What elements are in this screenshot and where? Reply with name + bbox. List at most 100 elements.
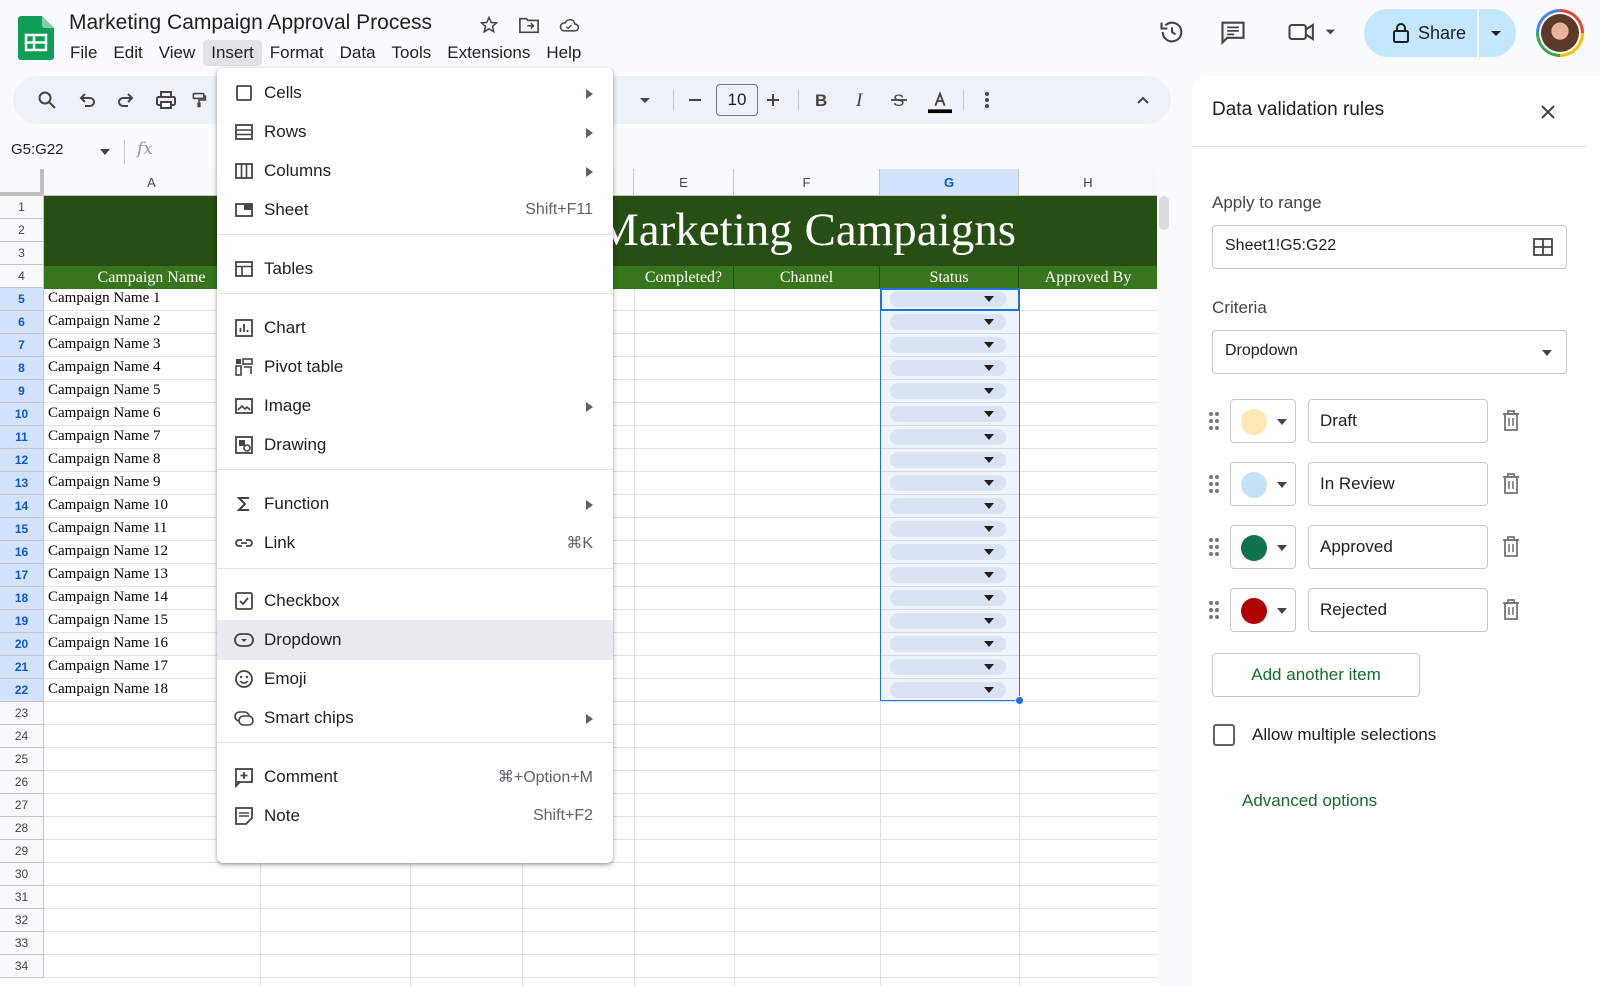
row-header-22[interactable]: 22	[0, 679, 44, 702]
menu-item-smart-chips[interactable]: Smart chips	[217, 698, 613, 738]
menu-file[interactable]: File	[62, 40, 105, 66]
row-header-6[interactable]: 6	[0, 311, 44, 334]
comments-icon[interactable]	[1218, 17, 1248, 47]
bold-icon[interactable]: B	[808, 88, 832, 112]
search-menus-icon[interactable]	[35, 88, 59, 112]
menu-item-comment[interactable]: Comment ⌘+Option+M	[217, 757, 613, 797]
menu-format[interactable]: Format	[262, 40, 332, 66]
redo-icon[interactable]	[114, 88, 138, 112]
row-header-26[interactable]: 26	[0, 771, 44, 794]
row-header-11[interactable]: 11	[0, 426, 44, 449]
column-header-g[interactable]: G	[880, 169, 1019, 196]
row-header-25[interactable]: 25	[0, 748, 44, 771]
header-status[interactable]: Status	[880, 266, 1019, 289]
increase-font-size-icon[interactable]	[761, 88, 785, 112]
row-header-28[interactable]: 28	[0, 817, 44, 840]
name-box[interactable]: G5:G22	[11, 141, 64, 158]
row-header-20[interactable]: 20	[0, 633, 44, 656]
menu-item-checkbox[interactable]: Checkbox	[217, 581, 613, 621]
menu-extensions[interactable]: Extensions	[439, 40, 538, 66]
account-avatar[interactable]	[1536, 9, 1584, 57]
status-dropdown-chip[interactable]	[890, 567, 1006, 583]
row-header-7[interactable]: 7	[0, 334, 44, 357]
cloud-saved-icon[interactable]	[558, 14, 580, 36]
campaign-name-cell[interactable]: Campaign Name 14	[48, 589, 168, 606]
row-header-10[interactable]: 10	[0, 403, 44, 426]
decrease-font-size-icon[interactable]	[683, 88, 707, 112]
status-dropdown-chip[interactable]	[890, 613, 1006, 629]
option-value-input[interactable]: Rejected	[1308, 588, 1488, 632]
color-picker[interactable]	[1230, 462, 1296, 506]
criteria-select[interactable]: Dropdown	[1212, 330, 1567, 374]
undo-icon[interactable]	[75, 88, 99, 112]
row-header-2[interactable]: 2	[0, 219, 44, 242]
print-icon[interactable]	[154, 88, 178, 112]
status-dropdown-chip[interactable]	[890, 659, 1006, 675]
menu-view[interactable]: View	[151, 40, 204, 66]
add-another-item-button[interactable]: Add another item	[1212, 653, 1420, 697]
fill-handle[interactable]	[1015, 696, 1024, 705]
option-value-input[interactable]: Approved	[1308, 525, 1488, 569]
star-icon[interactable]	[478, 14, 500, 36]
color-picker[interactable]	[1230, 588, 1296, 632]
menu-tools[interactable]: Tools	[384, 40, 440, 66]
menu-item-emoji[interactable]: Emoji	[217, 659, 613, 699]
campaign-name-cell[interactable]: Campaign Name 7	[48, 428, 160, 445]
campaign-name-cell[interactable]: Campaign Name 11	[48, 520, 167, 537]
delete-trash-icon[interactable]	[1500, 535, 1522, 559]
status-dropdown-chip[interactable]	[890, 383, 1006, 399]
menu-item-tables[interactable]: Tables	[217, 249, 613, 289]
text-color-icon[interactable]	[928, 88, 952, 116]
allow-multiple-checkbox[interactable]	[1213, 724, 1235, 746]
status-dropdown-chip[interactable]	[890, 475, 1006, 491]
status-dropdown-chip[interactable]	[890, 337, 1006, 353]
select-all-corner[interactable]	[0, 169, 44, 196]
status-dropdown-chip[interactable]	[890, 498, 1006, 514]
paint-format-icon[interactable]	[191, 88, 207, 112]
menu-item-sheet[interactable]: Sheet Shift+F11	[217, 190, 613, 230]
row-header-30[interactable]: 30	[0, 863, 44, 886]
row-header-31[interactable]: 31	[0, 886, 44, 909]
row-header-4[interactable]: 4	[0, 265, 44, 288]
status-dropdown-chip[interactable]	[890, 682, 1006, 698]
menu-item-chart[interactable]: Chart	[217, 308, 613, 348]
row-header-19[interactable]: 19	[0, 610, 44, 633]
campaign-name-cell[interactable]: Campaign Name 2	[48, 313, 160, 330]
menu-item-image[interactable]: Image	[217, 386, 613, 426]
status-dropdown-chip[interactable]	[890, 360, 1006, 376]
campaign-name-cell[interactable]: Campaign Name 10	[48, 497, 168, 514]
column-header-f[interactable]: F	[734, 169, 880, 196]
italic-icon[interactable]: I	[848, 88, 872, 112]
row-header-23[interactable]: 23	[0, 702, 44, 725]
drag-handle-icon[interactable]	[1208, 600, 1220, 620]
menu-item-dropdown[interactable]: Dropdown	[217, 620, 613, 660]
campaign-name-cell[interactable]: Campaign Name 12	[48, 543, 168, 560]
delete-trash-icon[interactable]	[1500, 409, 1522, 433]
row-header-33[interactable]: 33	[0, 932, 44, 955]
color-picker[interactable]	[1230, 399, 1296, 443]
row-header-32[interactable]: 32	[0, 909, 44, 932]
campaign-name-cell[interactable]: Campaign Name 15	[48, 612, 168, 629]
hide-menus-chevron-up-icon[interactable]	[1131, 88, 1155, 112]
row-header-8[interactable]: 8	[0, 357, 44, 380]
campaign-name-cell[interactable]: Campaign Name 6	[48, 405, 160, 422]
option-value-input[interactable]: In Review	[1308, 462, 1488, 506]
menu-help[interactable]: Help	[538, 40, 589, 66]
row-header-16[interactable]: 16	[0, 541, 44, 564]
status-dropdown-chip[interactable]	[890, 406, 1006, 422]
campaign-name-cell[interactable]: Campaign Name 1	[48, 290, 160, 307]
row-header-14[interactable]: 14	[0, 495, 44, 518]
document-title[interactable]: Marketing Campaign Approval Process	[69, 11, 432, 35]
row-header-12[interactable]: 12	[0, 449, 44, 472]
row-header-3[interactable]: 3	[0, 242, 44, 265]
campaign-name-cell[interactable]: Campaign Name 17	[48, 658, 168, 675]
strikethrough-icon[interactable]: S	[887, 88, 911, 112]
delete-trash-icon[interactable]	[1500, 472, 1522, 496]
delete-trash-icon[interactable]	[1500, 598, 1522, 622]
campaign-name-cell[interactable]: Campaign Name 5	[48, 382, 160, 399]
name-box-dropdown-icon[interactable]	[99, 147, 111, 157]
menu-edit[interactable]: Edit	[105, 40, 150, 66]
close-icon[interactable]	[1536, 100, 1560, 124]
row-header-27[interactable]: 27	[0, 794, 44, 817]
row-header-15[interactable]: 15	[0, 518, 44, 541]
